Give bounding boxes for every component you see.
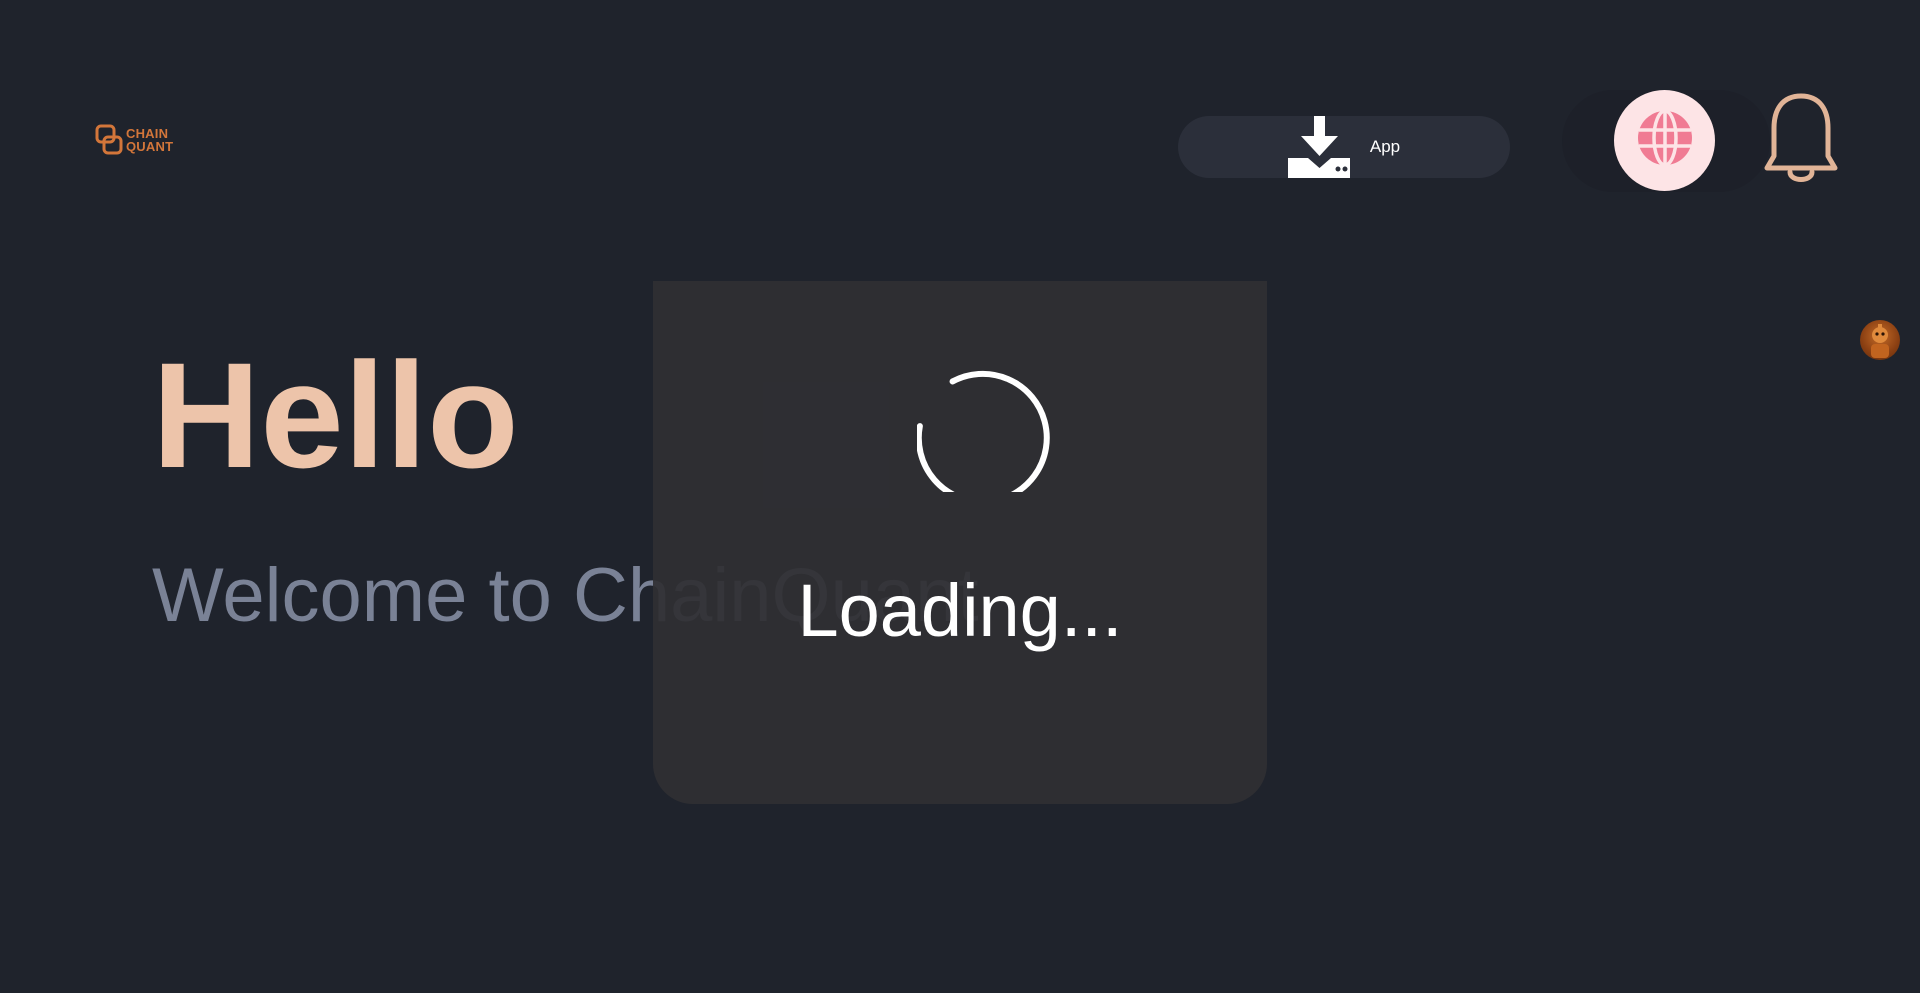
robot-avatar-icon (1860, 324, 1900, 360)
app-download-button[interactable]: App (1178, 116, 1510, 178)
bell-icon (1762, 93, 1840, 192)
loading-text: Loading... (797, 569, 1123, 652)
user-avatar[interactable] (1860, 320, 1900, 360)
logo[interactable]: CHAIN QUANT (95, 124, 173, 156)
notifications-button[interactable] (1762, 92, 1840, 188)
globe-icon (1637, 109, 1693, 171)
spinner-icon (915, 358, 1051, 505)
logo-text: CHAIN QUANT (126, 127, 173, 153)
page: CHAIN QUANT App Hello Welcome to ChainQu… (0, 0, 1920, 993)
language-button[interactable] (1614, 90, 1715, 191)
chainquant-logo-icon (95, 124, 123, 156)
download-icon (1287, 116, 1350, 178)
logo-text-line2: QUANT (126, 139, 174, 154)
page-title: Hello (152, 331, 519, 499)
app-button-label: App (1369, 137, 1401, 156)
